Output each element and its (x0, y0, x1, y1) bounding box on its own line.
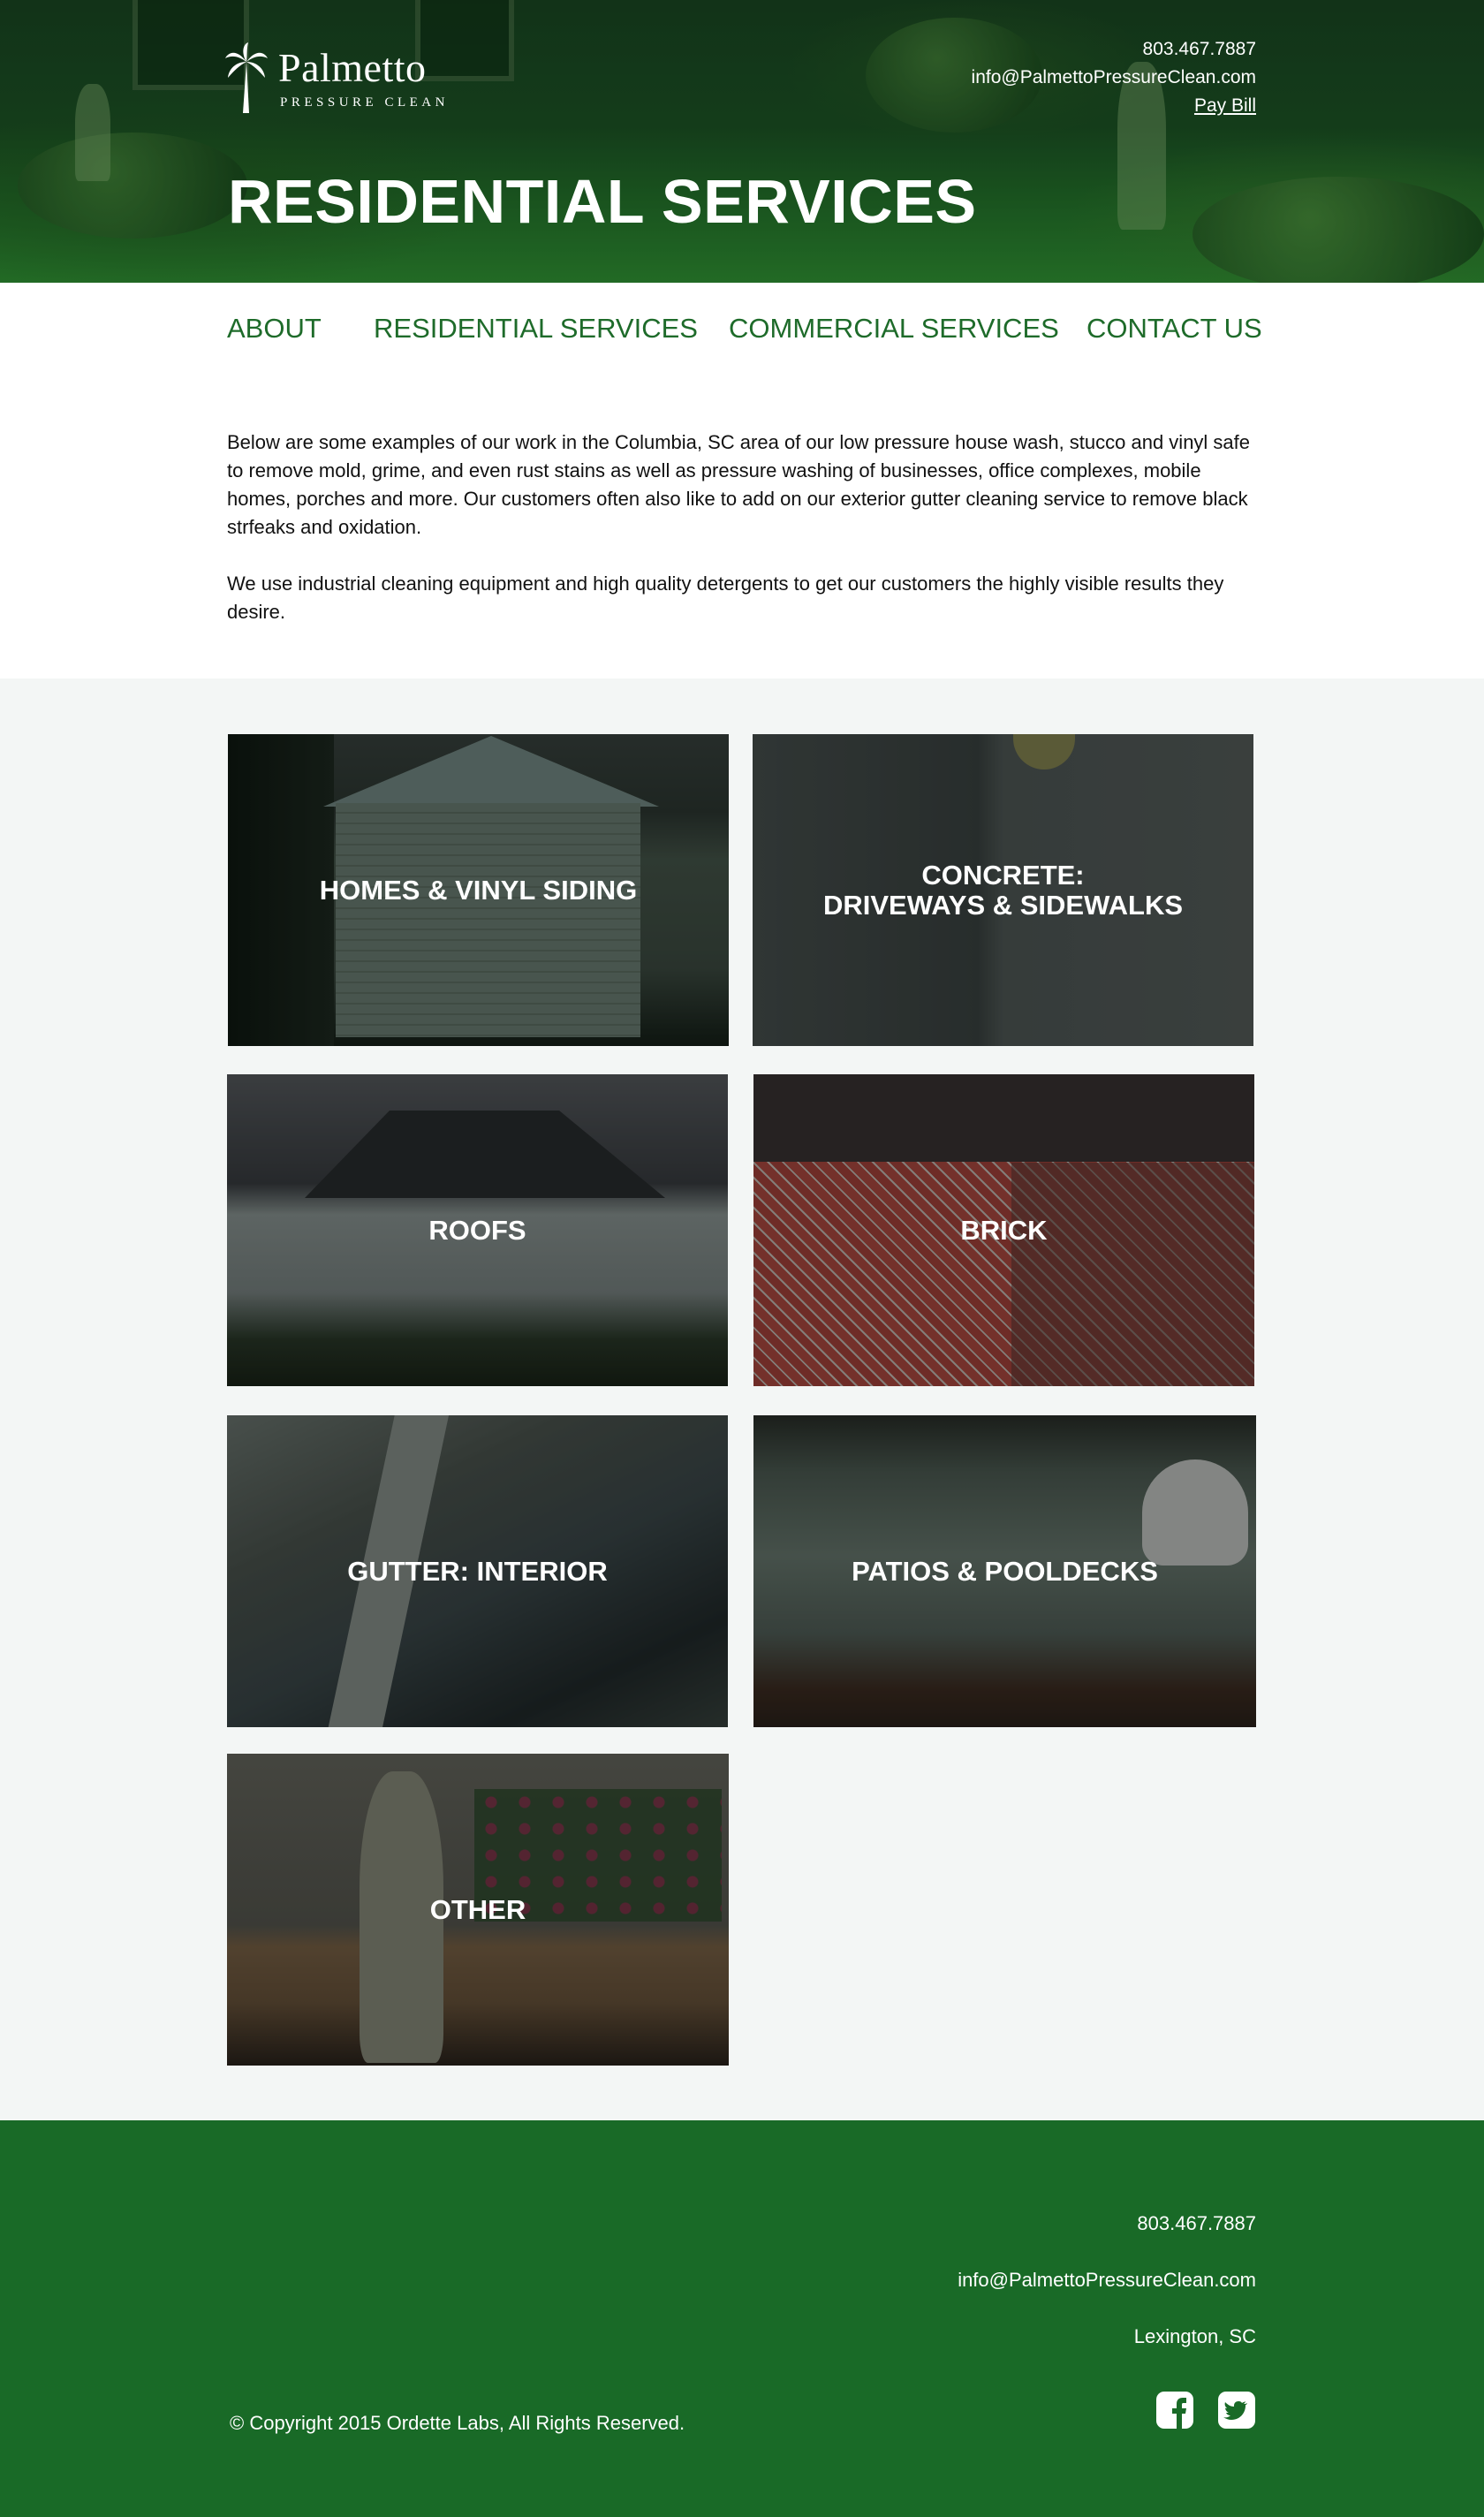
footer: 803.467.7887 info@PalmettoPressureClean.… (0, 2120, 1484, 2517)
header-contact: 803.467.7887 info@PalmettoPressureClean.… (972, 35, 1256, 120)
service-tile-homes[interactable]: HOMES & VINYL SIDING (228, 734, 729, 1046)
service-label: ROOFS (227, 1214, 728, 1246)
service-label: BRICK (753, 1214, 1254, 1246)
nav-residential-services[interactable]: RESIDENTIAL SERVICES (374, 313, 698, 345)
service-label-line: ROOFS (428, 1214, 526, 1246)
service-tile-brick[interactable]: BRICK (753, 1074, 1254, 1386)
service-label: OTHER (227, 1893, 729, 1925)
service-label-line: HOMES & VINYL SIDING (319, 874, 638, 906)
service-label: PATIOS & POOLDECKS (753, 1555, 1256, 1587)
service-label: HOMES & VINYL SIDING (228, 874, 729, 906)
service-tile-patios[interactable]: PATIOS & POOLDECKS (753, 1415, 1256, 1727)
service-tile-other[interactable]: OTHER (227, 1754, 729, 2066)
nav-commercial-services[interactable]: COMMERCIAL SERVICES (729, 313, 1059, 345)
intro-paragraph-2: We use industrial cleaning equipment and… (227, 572, 1224, 623)
header-phone[interactable]: 803.467.7887 (972, 35, 1256, 64)
service-label-line: OTHER (429, 1893, 526, 1925)
hero-overlay (0, 0, 1484, 283)
service-tile-concrete[interactable]: CONCRETE: DRIVEWAYS & SIDEWALKS (753, 734, 1253, 1046)
service-label-line: PATIOS & POOLDECKS (852, 1555, 1158, 1587)
service-label-line: DRIVEWAYS & SIDEWALKS (822, 889, 1184, 921)
hero-banner: Palmetto PRESSURE CLEAN 803.467.7887 inf… (0, 0, 1484, 283)
service-tile-gutter[interactable]: GUTTER: INTERIOR (227, 1415, 728, 1727)
service-label-line: CONCRETE: (921, 859, 1085, 891)
services-gallery: HOMES & VINYL SIDING CONCRETE: DRIVEWAYS… (0, 679, 1484, 2120)
intro-text: Below are some examples of our work in t… (227, 428, 1261, 655)
service-label-line: GUTTER: INTERIOR (347, 1555, 608, 1587)
logo[interactable]: Palmetto PRESSURE CLEAN (225, 42, 473, 115)
service-label-line: BRICK (960, 1214, 1048, 1246)
header-email[interactable]: info@PalmettoPressureClean.com (972, 64, 1256, 92)
footer-email[interactable]: info@PalmettoPressureClean.com (958, 2269, 1256, 2292)
logo-name: Palmetto (278, 45, 427, 90)
palm-tree-icon (225, 42, 268, 113)
intro-paragraph-1: Below are some examples of our work in t… (227, 431, 1251, 538)
service-label: GUTTER: INTERIOR (227, 1555, 728, 1587)
logo-subtitle: PRESSURE CLEAN (280, 95, 449, 110)
service-tile-roofs[interactable]: ROOFS (227, 1074, 728, 1386)
pay-bill-link[interactable]: Pay Bill (972, 92, 1256, 120)
nav-about[interactable]: ABOUT (227, 313, 322, 345)
nav-contact-us[interactable]: CONTACT US (1086, 313, 1262, 345)
facebook-icon[interactable] (1155, 2391, 1194, 2430)
service-label: CONCRETE: DRIVEWAYS & SIDEWALKS (753, 860, 1253, 921)
copyright: © Copyright 2015 Ordette Labs, All Right… (230, 2412, 685, 2434)
twitter-icon[interactable] (1217, 2391, 1256, 2430)
footer-location: Lexington, SC (1133, 2325, 1256, 2347)
page-title: RESIDENTIAL SERVICES (228, 167, 977, 236)
footer-phone[interactable]: 803.467.7887 (1137, 2212, 1256, 2235)
